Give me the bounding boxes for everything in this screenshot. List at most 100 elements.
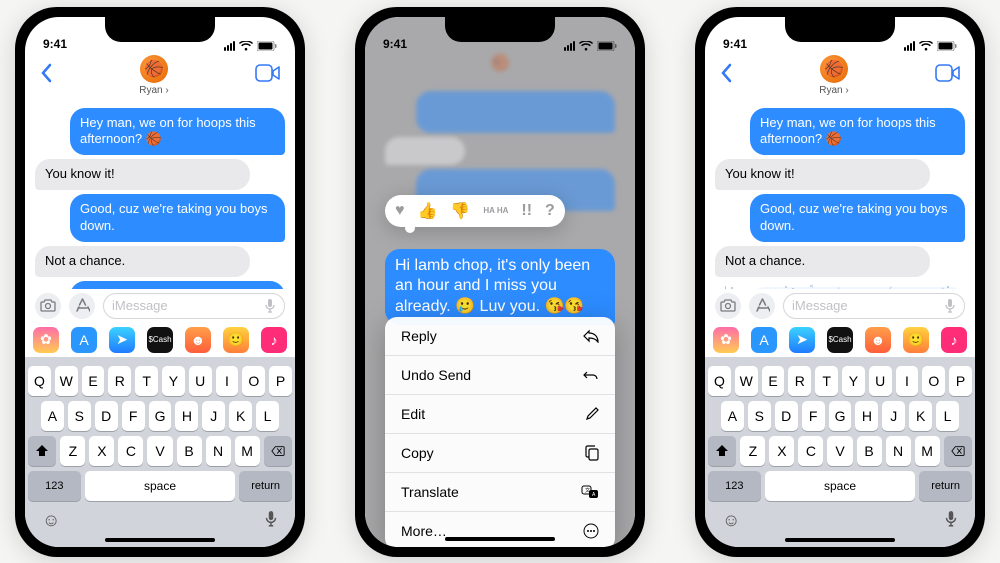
message-sent[interactable]: Hi lamb chop, it's only been an hour and… xyxy=(385,249,615,325)
app-music[interactable]: ♪ xyxy=(941,327,967,353)
key-w[interactable]: W xyxy=(735,366,758,396)
app-memoji2[interactable]: 🙂 xyxy=(223,327,249,353)
key-j[interactable]: J xyxy=(202,401,225,431)
key-o[interactable]: O xyxy=(242,366,265,396)
message-sent[interactable]: Hey man, we on for hoops this afternoon?… xyxy=(70,108,285,156)
key-e[interactable]: E xyxy=(762,366,785,396)
key-k[interactable]: K xyxy=(909,401,932,431)
key-m[interactable]: M xyxy=(235,436,260,466)
tapback-heart[interactable]: ♥ xyxy=(395,202,405,220)
message-received[interactable]: You know it! xyxy=(715,159,930,190)
key-i[interactable]: I xyxy=(216,366,239,396)
key-z[interactable]: Z xyxy=(740,436,765,466)
key-g[interactable]: G xyxy=(829,401,852,431)
key-y[interactable]: Y xyxy=(842,366,865,396)
dictation-icon[interactable] xyxy=(264,298,276,314)
app-audio[interactable]: ➤ xyxy=(109,327,135,353)
key-q[interactable]: Q xyxy=(708,366,731,396)
app-audio[interactable]: ➤ xyxy=(789,327,815,353)
key-m[interactable]: M xyxy=(915,436,940,466)
key-t[interactable]: T xyxy=(135,366,158,396)
message-sent[interactable]: Good, cuz we're taking you boys down. xyxy=(750,194,965,242)
app-memoji[interactable]: ☻ xyxy=(865,327,891,353)
app-photos[interactable]: ✿ xyxy=(713,327,739,353)
menu-more[interactable]: More… xyxy=(385,512,615,547)
menu-edit[interactable]: Edit xyxy=(385,395,615,434)
key-l[interactable]: L xyxy=(256,401,279,431)
contact-header[interactable]: 🏀 Ryan › xyxy=(819,55,848,96)
key-f[interactable]: F xyxy=(122,401,145,431)
message-received[interactable]: Not a chance. xyxy=(715,246,930,277)
key-r[interactable]: R xyxy=(788,366,811,396)
app-store[interactable]: A xyxy=(71,327,97,353)
key-l[interactable]: L xyxy=(936,401,959,431)
key-b[interactable]: B xyxy=(857,436,882,466)
delete-key[interactable] xyxy=(264,436,292,466)
shift-key[interactable] xyxy=(708,436,736,466)
key-n[interactable]: N xyxy=(886,436,911,466)
delete-key[interactable] xyxy=(944,436,972,466)
back-button[interactable] xyxy=(39,62,53,90)
numbers-key[interactable]: 123 xyxy=(708,471,761,501)
menu-translate[interactable]: Translate文A xyxy=(385,473,615,512)
space-key[interactable]: space xyxy=(765,471,916,501)
app-cash[interactable]: $Cash xyxy=(147,327,173,353)
message-sent[interactable]: Hey man, we on for hoops this afternoon?… xyxy=(750,108,965,156)
key-n[interactable]: N xyxy=(206,436,231,466)
key-s[interactable]: S xyxy=(748,401,771,431)
shift-key[interactable] xyxy=(28,436,56,466)
message-received[interactable]: Not a chance. xyxy=(35,246,250,277)
key-q[interactable]: Q xyxy=(28,366,51,396)
message-input[interactable]: iMessage xyxy=(103,293,285,319)
key-t[interactable]: T xyxy=(815,366,838,396)
home-indicator[interactable] xyxy=(785,538,895,542)
return-key[interactable]: return xyxy=(919,471,972,501)
contact-header[interactable]: 🏀 Ryan › xyxy=(139,55,168,96)
key-e[interactable]: E xyxy=(82,366,105,396)
emoji-key[interactable]: ☺ xyxy=(42,510,60,533)
key-y[interactable]: Y xyxy=(162,366,185,396)
menu-reply[interactable]: Reply xyxy=(385,317,615,356)
tapback-haha[interactable]: HA HA xyxy=(483,207,508,214)
message-input[interactable]: iMessage xyxy=(783,293,965,319)
appstore-button[interactable] xyxy=(749,293,775,319)
appstore-button[interactable] xyxy=(69,293,95,319)
key-k[interactable]: K xyxy=(229,401,252,431)
key-o[interactable]: O xyxy=(922,366,945,396)
home-indicator[interactable] xyxy=(445,537,555,541)
key-x[interactable]: X xyxy=(769,436,794,466)
dictation-icon[interactable] xyxy=(944,298,956,314)
key-u[interactable]: U xyxy=(189,366,212,396)
message-sent[interactable]: Hi lamb chop, it's only been an hour and… xyxy=(70,281,285,289)
back-button[interactable] xyxy=(719,62,733,90)
key-h[interactable]: H xyxy=(855,401,878,431)
tapback-question[interactable]: ? xyxy=(545,202,555,220)
return-key[interactable]: return xyxy=(239,471,292,501)
facetime-button[interactable] xyxy=(935,64,961,87)
key-w[interactable]: W xyxy=(55,366,78,396)
app-music[interactable]: ♪ xyxy=(261,327,287,353)
key-x[interactable]: X xyxy=(89,436,114,466)
key-a[interactable]: A xyxy=(721,401,744,431)
key-f[interactable]: F xyxy=(802,401,825,431)
key-d[interactable]: D xyxy=(775,401,798,431)
menu-undo-send[interactable]: Undo Send xyxy=(385,356,615,395)
key-h[interactable]: H xyxy=(175,401,198,431)
key-p[interactable]: P xyxy=(269,366,292,396)
dictation-key[interactable] xyxy=(264,510,278,533)
home-indicator[interactable] xyxy=(105,538,215,542)
tapback-thumbsdown[interactable]: 👎 xyxy=(450,201,470,221)
message-received[interactable]: You know it! xyxy=(35,159,250,190)
app-memoji2[interactable]: 🙂 xyxy=(903,327,929,353)
message-sent[interactable]: Good, cuz we're taking you boys down. xyxy=(70,194,285,242)
key-r[interactable]: R xyxy=(108,366,131,396)
camera-button[interactable] xyxy=(715,293,741,319)
app-cash[interactable]: $Cash xyxy=(827,327,853,353)
tapback-thumbsup[interactable]: 👍 xyxy=(418,201,438,221)
key-a[interactable]: A xyxy=(41,401,64,431)
key-g[interactable]: G xyxy=(149,401,172,431)
key-b[interactable]: B xyxy=(177,436,202,466)
key-c[interactable]: C xyxy=(798,436,823,466)
camera-button[interactable] xyxy=(35,293,61,319)
key-d[interactable]: D xyxy=(95,401,118,431)
